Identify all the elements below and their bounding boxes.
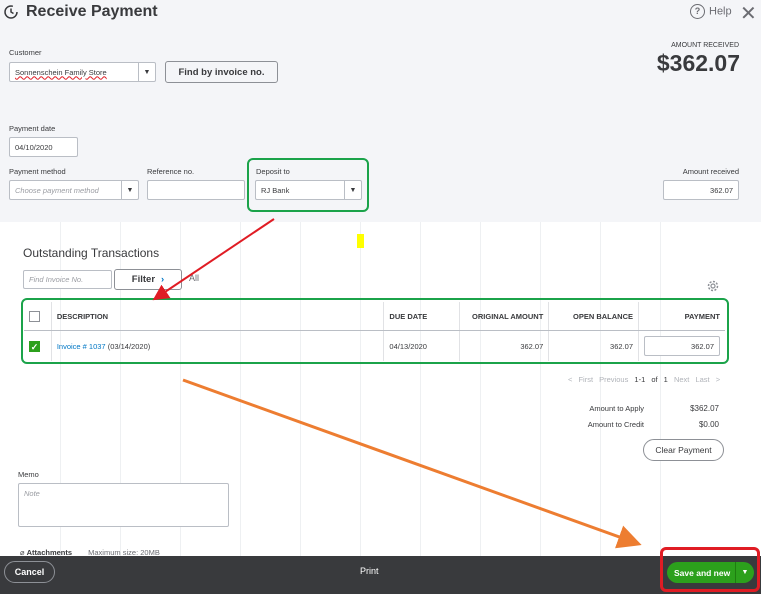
amount-received-label: AMOUNT RECEIVED — [671, 42, 739, 49]
pager-first[interactable]: < First — [568, 375, 593, 384]
amount-received-field-label: Amount received — [682, 167, 739, 176]
payment-method-placeholder: Choose payment method — [15, 185, 99, 195]
paperclip-icon: ⌀ — [20, 548, 25, 556]
deposit-to-value: RJ Bank — [261, 185, 290, 195]
amount-to-apply-value: $362.07 — [690, 404, 719, 413]
find-invoice-input[interactable]: Find Invoice No. — [23, 270, 112, 289]
pager-range: 1-1 of 1 — [634, 375, 668, 384]
find-by-invoice-button[interactable]: Find by invoice no. — [165, 61, 278, 83]
find-invoice-placeholder: Find Invoice No. — [29, 275, 84, 284]
attachments-row: ⌀ Attachments Maximum size: 20MB — [20, 548, 160, 556]
print-button[interactable]: Print — [360, 566, 379, 576]
history-icon[interactable] — [3, 4, 19, 20]
memo-label: Memo — [18, 470, 39, 479]
customer-select[interactable]: Sonnenschein Family Store ▼ — [9, 62, 156, 82]
gear-icon[interactable] — [706, 279, 720, 293]
payment-method-label: Payment method — [9, 167, 66, 176]
save-and-new-label: Save and new — [674, 567, 731, 578]
outstanding-title: Outstanding Transactions — [23, 246, 160, 260]
help-link[interactable]: ? Help — [690, 4, 732, 19]
payment-date-field[interactable]: 04/10/2020 — [9, 137, 78, 157]
amount-received-field[interactable]: 362.07 — [663, 180, 739, 200]
customer-value: Sonnenschein Family Store — [15, 67, 107, 77]
save-and-new-button[interactable]: Save and new ▼ — [667, 562, 754, 583]
payment-date-label: Payment date — [9, 124, 56, 133]
memo-placeholder: Note — [24, 489, 40, 498]
filter-all-label: All — [189, 273, 200, 283]
attachments-label: Attachments — [26, 548, 73, 556]
footer-bar — [0, 556, 761, 594]
pager-previous[interactable]: Previous — [599, 375, 628, 384]
help-label: Help — [709, 5, 732, 18]
close-icon[interactable]: ✕ — [740, 1, 757, 26]
memo-textarea[interactable]: Note — [18, 483, 229, 527]
chevron-down-icon: ▼ — [344, 181, 361, 199]
page-title: Receive Payment — [26, 3, 158, 20]
payment-method-select[interactable]: Choose payment method ▼ — [9, 180, 139, 200]
yellow-marker — [357, 234, 364, 248]
help-icon: ? — [690, 4, 705, 19]
filter-label: Filter — [131, 274, 156, 285]
chevron-down-icon: ▼ — [138, 63, 155, 81]
transactions-highlight — [21, 298, 729, 364]
cancel-button[interactable]: Cancel — [4, 561, 55, 583]
chevron-down-icon: ▼ — [121, 181, 138, 199]
amount-received-total: $362.07 — [656, 50, 740, 76]
amount-to-credit-value: $0.00 — [698, 420, 719, 429]
attachments-max-size: Maximum size: 20MB — [88, 548, 160, 556]
pager-last[interactable]: Last > — [695, 375, 720, 384]
chevron-right-icon: › — [161, 274, 165, 285]
amount-to-credit-label: Amount to Credit — [587, 420, 644, 429]
reference-label: Reference no. — [147, 167, 195, 176]
clear-payment-button[interactable]: Clear Payment — [643, 439, 724, 461]
chevron-down-icon[interactable]: ▼ — [735, 562, 754, 583]
deposit-to-label: Deposit to — [256, 167, 290, 176]
payment-date-value: 04/10/2020 — [15, 142, 53, 152]
deposit-to-select[interactable]: RJ Bank ▼ — [255, 180, 362, 200]
filter-button[interactable]: Filter › — [114, 269, 182, 290]
pagination: < First Previous 1-1 of 1 Next Last > — [568, 375, 720, 384]
reference-field[interactable] — [147, 180, 245, 200]
amount-received-field-value: 362.07 — [710, 185, 733, 195]
amount-to-apply-label: Amount to Apply — [589, 404, 644, 413]
pager-next[interactable]: Next — [674, 375, 689, 384]
customer-label: Customer — [9, 48, 42, 57]
